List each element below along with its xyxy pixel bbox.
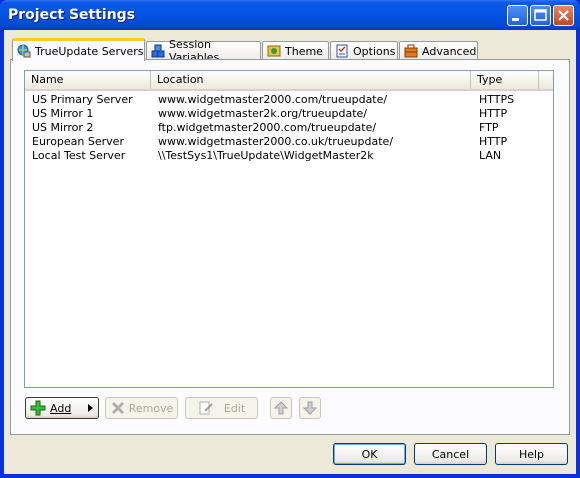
cancel-button[interactable]: Cancel [414,443,487,465]
edit-button[interactable]: Edit [185,397,258,419]
close-icon [558,10,569,21]
cell-type: HTTPS [479,93,515,106]
edit-pencil-icon [199,401,213,415]
toolbox-icon [404,44,418,58]
project-settings-window: Project Settings TrueUpdate Servers Sess… [0,0,580,478]
tab-trueupdate-servers[interactable]: TrueUpdate Servers [12,38,145,61]
tab-label: Options [353,44,396,58]
cell-type: LAN [479,149,502,162]
table-row[interactable]: US Mirror 1 www.widgetmaster2k.org/trueu… [25,107,553,121]
globe-server-icon [17,44,31,58]
tab-panel: Name Location Type US Primary Server www… [10,59,570,435]
checklist-icon [335,44,349,58]
tab-session-variables[interactable]: Session Variables [146,38,261,64]
add-button[interactable]: Add [25,397,99,419]
help-button[interactable]: Help [495,443,568,465]
tab-advanced[interactable]: Advanced [399,41,478,60]
title-bar[interactable]: Project Settings [0,0,580,30]
tab-label: TrueUpdate Servers [35,44,144,58]
cell-name: US Primary Server [32,93,133,106]
table-row[interactable]: US Primary Server www.widgetmaster2000.c… [25,93,553,107]
list-header: Name Location Type [25,71,553,91]
column-header-type[interactable]: Type [471,71,539,89]
dropdown-arrow-icon [88,404,93,412]
ok-label: OK [361,447,378,461]
cell-location: www.widgetmaster2000.com/trueupdate/ [158,93,388,106]
cancel-label: Cancel [431,447,470,461]
cell-name: European Server [32,135,124,148]
window-title: Project Settings [8,7,136,23]
cell-location: \\TestSys1\TrueUpdate\WidgetMaster2k [158,149,374,162]
tab-options[interactable]: Options [330,41,398,60]
remove-label: Remove [128,401,174,415]
cell-location: ftp.widgetmaster2000.com/trueupdate/ [158,121,377,134]
minimize-icon [512,18,519,21]
move-down-button[interactable] [299,397,321,419]
maximize-button[interactable] [530,5,551,26]
server-list[interactable]: Name Location Type US Primary Server www… [24,70,554,388]
cell-name: US Mirror 1 [32,107,94,120]
edit-label: Edit [223,401,246,415]
list-rows: US Primary Server www.widgetmaster2000.c… [25,93,553,163]
arrow-down-icon [303,401,317,415]
column-header-name[interactable]: Name [25,71,151,89]
add-label: Add [50,401,72,415]
close-button[interactable] [553,5,574,26]
delete-x-icon [111,401,124,415]
table-row[interactable]: Local Test Server \\TestSys1\TrueUpdate\… [25,149,553,163]
table-row[interactable]: US Mirror 2 ftp.widgetmaster2000.com/tru… [25,121,553,135]
move-up-button[interactable] [270,397,292,419]
column-header-location[interactable]: Location [151,71,471,89]
cell-type: HTTP [479,135,508,148]
dialog-body: TrueUpdate Servers Session Variables The… [4,30,576,474]
ok-button[interactable]: OK [333,443,406,465]
arrow-up-icon [274,401,288,415]
remove-button[interactable]: Remove [105,397,178,419]
table-row[interactable]: European Server www.widgetmaster2000.co.… [25,135,553,149]
cell-type: FTP [479,121,499,134]
cell-location: www.widgetmaster2000.co.uk/trueupdate/ [158,135,394,148]
cell-name: US Mirror 2 [32,121,94,134]
tab-label: Advanced [422,44,477,58]
cell-name: Local Test Server [32,149,126,162]
blocks-icon [151,44,165,58]
minimize-button[interactable] [507,5,528,26]
plus-icon [30,400,46,416]
help-label: Help [518,447,545,461]
maximize-icon [534,9,547,21]
theme-icon [267,44,281,58]
tab-label: Theme [285,44,323,58]
tab-theme[interactable]: Theme [262,41,329,60]
cell-location: www.widgetmaster2k.org/trueupdate/ [158,107,368,120]
cell-type: HTTP [479,107,508,120]
